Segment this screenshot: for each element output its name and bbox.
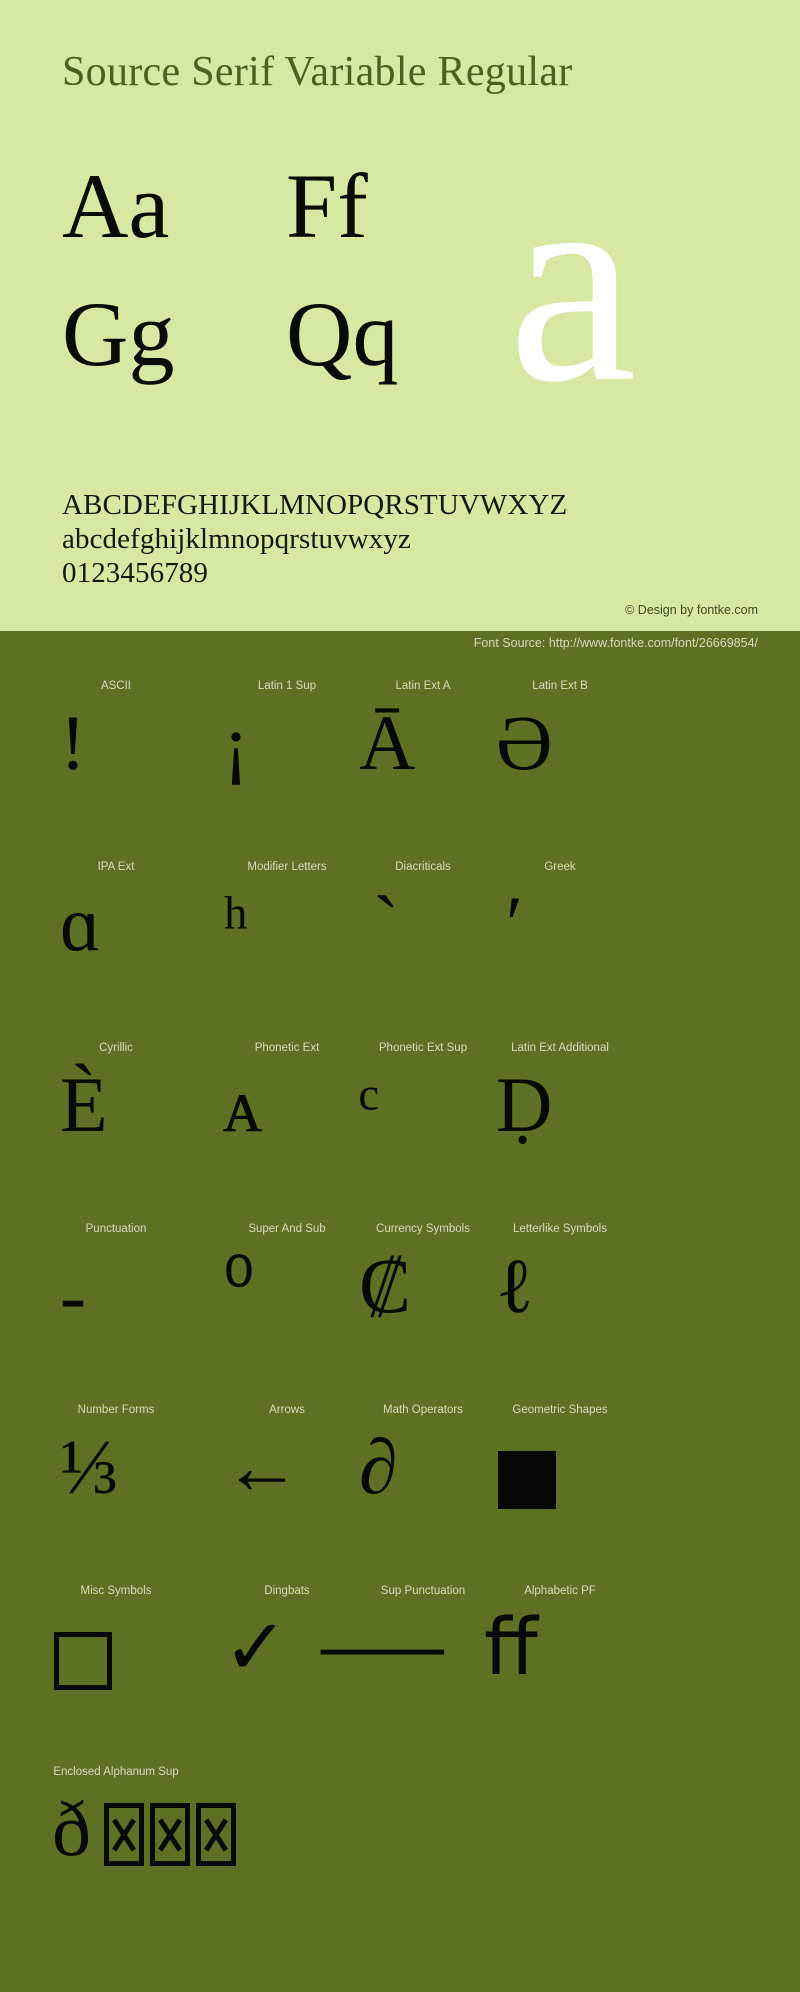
unicode-block-cell[interactable]: Latin Ext B Ə — [470, 659, 650, 840]
unicode-block-label: Misc Symbols — [80, 1585, 152, 1597]
missing-glyph-box-icon — [150, 1803, 190, 1866]
unicode-block-glyph: ɑ — [60, 880, 101, 967]
unicode-block-label: Punctuation — [85, 1223, 147, 1235]
alphabet-lowercase-line: abcdefghijklmnopqrstuvwxyz — [62, 523, 411, 555]
unicode-block-label: Cyrillic — [99, 1042, 133, 1054]
unicode-block-glyph: ∂ — [359, 1423, 398, 1510]
unicode-block-glyph: ʹ — [506, 880, 524, 967]
unicode-block-glyph: ð — [52, 1785, 91, 1872]
alphabet-uppercase-line: ABCDEFGHIJKLMNOPQRSTUVWXYZ — [62, 489, 568, 521]
unicode-block-label: Enclosed Alphanum Sup — [53, 1766, 179, 1778]
hollow-square-glyph — [54, 1632, 112, 1690]
unicode-block-glyph: ₡ — [359, 1242, 412, 1329]
unicode-block-glyph: ← — [223, 1423, 301, 1510]
unicode-block-cell[interactable]: Enclosed Alphanum Sup ð — [26, 1745, 236, 1926]
unicode-block-cell[interactable]: ASCII! — [26, 659, 206, 840]
specimen-panel: Source Serif Variable Regular Aa Ff Gg Q… — [0, 0, 800, 631]
unicode-block-label: Alphabetic PF — [524, 1585, 596, 1597]
unicode-block-label: Greek — [544, 861, 576, 873]
unicode-block-glyph: ‐ — [60, 1252, 86, 1339]
unicode-block-glyph: ¡ — [223, 699, 249, 786]
unicode-block-glyph: ! — [60, 699, 86, 786]
unicode-block-cell[interactable]: Letterlike Symbols ℓ — [470, 1202, 650, 1383]
unicode-block-cell[interactable]: IPA Ext ɑ — [26, 840, 206, 1021]
unicode-block-glyph: Ѐ — [60, 1061, 108, 1148]
missing-glyph-box-icon — [196, 1803, 236, 1866]
digits-line: 0123456789 — [62, 557, 208, 589]
unicode-block-glyph: ✓ — [223, 1604, 289, 1691]
unicode-block-label: ASCII — [100, 680, 132, 692]
unicode-block-label: IPA Ext — [97, 861, 135, 873]
unicode-block-row: Enclosed Alphanum Sup ð — [0, 1745, 800, 1945]
letter-pair-sample: Gg — [62, 283, 175, 385]
letter-pair-sample: Aa — [62, 155, 170, 257]
unicode-block-glyph: ʰ — [223, 880, 249, 967]
unicode-block-glyph: ⸺ — [317, 1604, 448, 1691]
unicode-block-cell[interactable]: Geometric Shapes — [470, 1383, 650, 1564]
unicode-block-cell[interactable]: Alphabetic PF ﬀ — [470, 1564, 650, 1745]
letter-pairs-grid: Aa Ff Gg Qq a — [56, 137, 756, 427]
missing-glyph-boxes — [104, 1803, 242, 1866]
unicode-block-glyph: ᶜ — [359, 1061, 379, 1148]
unicode-block-cell[interactable]: Misc Symbols — [26, 1564, 206, 1745]
unicode-block-cell[interactable]: Latin Ext Additional Ḍ — [470, 1021, 650, 1202]
unicode-block-glyph: Ā — [359, 699, 416, 786]
unicode-block-row: ASCII! Latin 1 Sup ¡ Latin Ext A Ā Latin Ext … — [0, 659, 800, 840]
font-source-bar: Font Source: http://www.fontke.com/font/… — [0, 631, 800, 659]
unicode-block-glyph: ` — [373, 880, 399, 967]
unicode-block-label: Latin Ext B — [532, 680, 588, 692]
font-source-link[interactable]: Font Source: http://www.fontke.com/font/… — [474, 636, 758, 650]
design-credit: © Design by fontke.com — [625, 603, 758, 617]
unicode-block-label: Letterlike Symbols — [513, 1223, 607, 1235]
unicode-block-glyph: ᴀ — [223, 1061, 263, 1148]
unicode-block-cell[interactable]: Punctuation ‐ — [26, 1202, 206, 1383]
unicode-block-glyph: ℓ — [496, 1242, 534, 1329]
unicode-block-label: Latin Ext Additional — [511, 1042, 609, 1054]
unicode-block-row: Number Forms ⅓ Arrows ← Math Operators ∂ Geome… — [0, 1383, 800, 1564]
unicode-block-cell[interactable]: Number Forms ⅓ — [26, 1383, 206, 1564]
unicode-block-cell[interactable]: Cyrillic Ѐ — [26, 1021, 206, 1202]
missing-glyph-box-icon — [104, 1803, 144, 1866]
letter-pair-sample: Qq — [286, 283, 399, 385]
font-title: Source Serif Variable Regular — [62, 49, 573, 95]
unicode-block-glyph: ⅓ — [60, 1423, 119, 1510]
unicode-block-glyph: ﬀ — [484, 1604, 538, 1691]
unicode-block-glyph: ⁰ — [223, 1242, 255, 1329]
large-letter-sample: a — [508, 121, 637, 442]
unicode-block-row: Cyrillic Ѐ Phonetic Ext ᴀ Phonetic Ext Sup ᶜ L… — [0, 1021, 800, 1202]
unicode-block-glyph: Ə — [496, 699, 553, 786]
alphabet-block: ABCDEFGHIJKLMNOPQRSTUVWXYZ abcdefghijklm… — [62, 488, 762, 590]
unicode-block-row: Misc Symbols Dingbats ✓ Sup Punctuation ⸺ Alp… — [0, 1564, 800, 1745]
unicode-block-glyph: Ḍ — [496, 1061, 553, 1148]
filled-square-glyph — [498, 1451, 556, 1509]
unicode-block-label: Geometric Shapes — [512, 1404, 608, 1416]
unicode-block-row: Punctuation ‐ Super And Sub ⁰ Currency Symbo… — [0, 1202, 800, 1383]
unicode-block-cell[interactable]: Greek ʹ — [470, 840, 650, 1021]
unicode-block-row: IPA Ext ɑ Modifier Letters ʰ Diacriticals ` Gr… — [0, 840, 800, 1021]
unicode-block-label: Number Forms — [77, 1404, 155, 1416]
unicode-blocks-grid: ASCII! Latin 1 Sup ¡ Latin Ext A Ā Latin Ext … — [0, 659, 800, 1992]
letter-pair-sample: Ff — [286, 155, 368, 257]
